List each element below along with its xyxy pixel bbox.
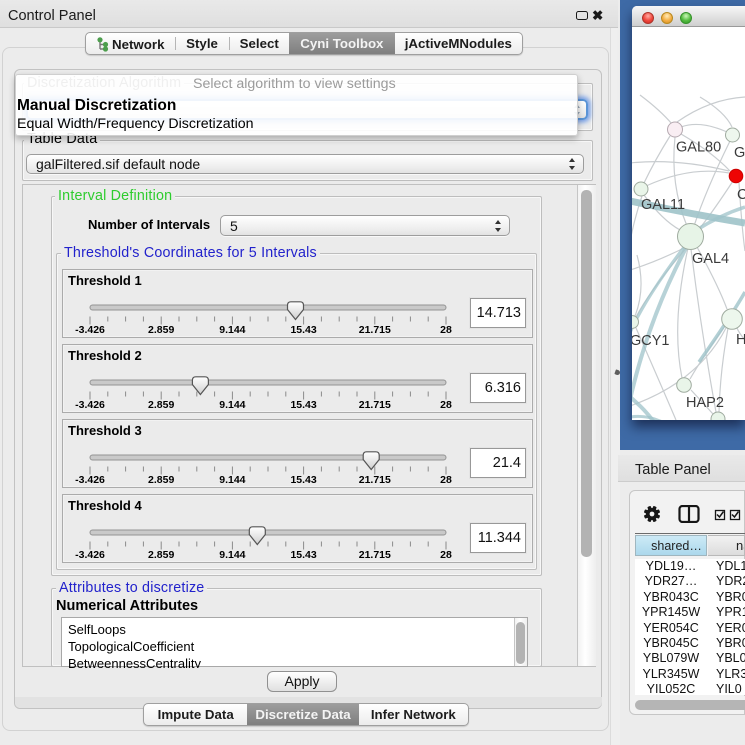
svg-text:28: 28 (440, 324, 452, 336)
svg-text:H: H (736, 332, 745, 348)
svg-text:-3.426: -3.426 (75, 549, 105, 561)
svg-text:HAP2: HAP2 (686, 395, 724, 411)
svg-text:C: C (737, 187, 745, 203)
svg-text:-3.426: -3.426 (75, 399, 105, 411)
svg-text:21.715: 21.715 (359, 549, 391, 561)
svg-text:2.859: 2.859 (148, 399, 174, 411)
svg-text:-3.426: -3.426 (75, 324, 105, 336)
svg-text:9.144: 9.144 (219, 549, 245, 561)
svg-text:28: 28 (440, 549, 452, 561)
svg-text:28: 28 (440, 474, 452, 486)
svg-text:15.43: 15.43 (290, 549, 316, 561)
svg-text:15.43: 15.43 (290, 324, 316, 336)
svg-text:GAL: GAL (734, 145, 745, 161)
svg-text:GAL80: GAL80 (676, 140, 721, 156)
svg-text:21.715: 21.715 (359, 474, 391, 486)
svg-text:GCY1: GCY1 (632, 333, 670, 349)
svg-text:15.43: 15.43 (290, 399, 316, 411)
svg-text:15.43: 15.43 (290, 474, 316, 486)
svg-text:9.144: 9.144 (219, 324, 245, 336)
svg-text:-3.426: -3.426 (75, 474, 105, 486)
svg-text:28: 28 (440, 399, 452, 411)
svg-text:GAL4: GAL4 (692, 251, 729, 267)
svg-text:GAL11: GAL11 (641, 197, 685, 213)
svg-text:2.859: 2.859 (148, 474, 174, 486)
svg-text:2.859: 2.859 (148, 324, 174, 336)
svg-text:21.715: 21.715 (359, 324, 391, 336)
svg-text:2.859: 2.859 (148, 549, 174, 561)
svg-text:9.144: 9.144 (219, 474, 245, 486)
svg-text:21.715: 21.715 (359, 399, 391, 411)
svg-text:9.144: 9.144 (219, 399, 245, 411)
